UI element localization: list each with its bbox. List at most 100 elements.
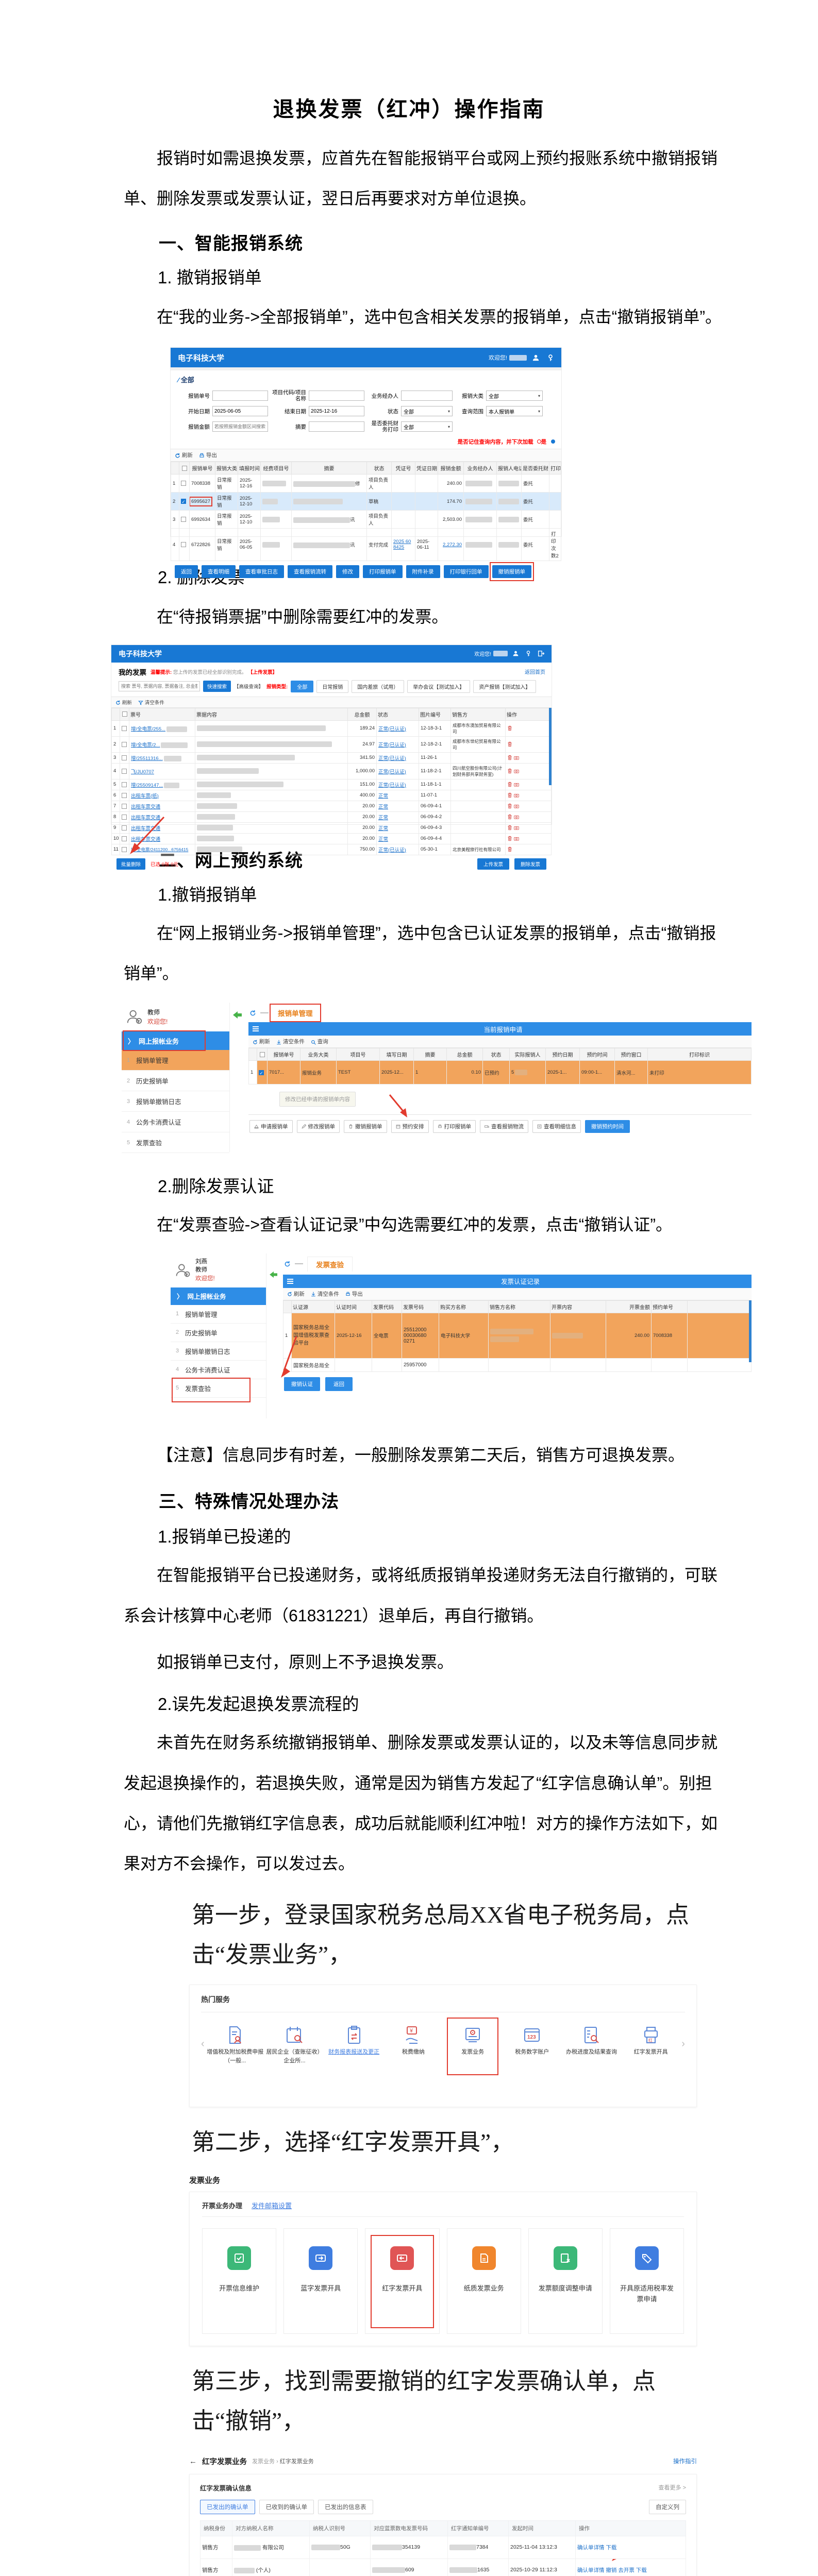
card-red-invoice[interactable]: 红字发票开具 bbox=[365, 2228, 440, 2334]
invoice-no-link[interactable]: 增/全电票/2411200...6756415 bbox=[131, 847, 188, 852]
invoice-no-link[interactable]: 出租车票交通 bbox=[131, 837, 160, 842]
service-red-invoice[interactable]: 红 红字发票开具 bbox=[621, 2025, 680, 2057]
row-checkbox[interactable] bbox=[181, 517, 186, 522]
transfer-icon[interactable] bbox=[513, 825, 519, 831]
delete-icon[interactable] bbox=[507, 755, 512, 760]
download-link[interactable]: 下载 bbox=[636, 2567, 647, 2573]
radio-no[interactable] bbox=[551, 439, 555, 444]
tab-received-confirm[interactable]: 已收到的确认单 bbox=[259, 2499, 314, 2514]
invoice-no-link[interactable]: 飞/JU0707 bbox=[131, 769, 154, 775]
home-link[interactable]: 返回首页 bbox=[525, 668, 545, 675]
amount-link[interactable]: 2,272.30 bbox=[443, 542, 462, 548]
start-date-input[interactable] bbox=[212, 406, 268, 417]
status-link[interactable]: 正常(已认证) bbox=[378, 769, 406, 775]
card-original-rate[interactable]: 开具原适用税率发票申请 bbox=[609, 2228, 685, 2334]
memo-input[interactable] bbox=[309, 421, 364, 432]
invoice-row[interactable]: 11 增/全电票/2411200...6756415 750.00 正常(已认证) 05… bbox=[111, 843, 552, 855]
batch-delete-button[interactable]: 批量删除 bbox=[116, 858, 146, 870]
delete-invoice-button[interactable]: 删除发票 bbox=[514, 858, 546, 870]
view-audit-log-button[interactable]: 查看审批日志 bbox=[239, 565, 284, 579]
chevron-right-icon[interactable]: › bbox=[681, 2038, 685, 2050]
clear-filter-button[interactable]: 清空条件 bbox=[276, 1038, 305, 1045]
delete-icon[interactable] bbox=[507, 768, 512, 774]
row-checkbox[interactable] bbox=[122, 782, 127, 787]
sidebar-item-bill-manage[interactable]: 1 报销单管理 bbox=[171, 1304, 266, 1324]
status-link[interactable]: 正常 bbox=[378, 793, 388, 799]
key-icon[interactable] bbox=[525, 650, 531, 657]
table-row[interactable]: 3 6992634 日常报销 2025-12-10 讯项目负责人 2,503.00 委托 bbox=[171, 510, 561, 529]
status-link[interactable]: 正常(已认证) bbox=[378, 756, 406, 761]
row-checkbox[interactable] bbox=[122, 741, 127, 747]
row-checkbox[interactable] bbox=[181, 542, 186, 548]
sidebar-item-invoice-check[interactable]: 5 发票查验 bbox=[122, 1132, 229, 1154]
select-all-checkbox[interactable] bbox=[122, 711, 127, 717]
invoice-row[interactable]: 9 出租车票交通 20.00 正常 06-09-4-3 bbox=[111, 822, 552, 834]
service-vat-declare[interactable]: 增值税及附加税费申报（一般... bbox=[206, 2025, 265, 2065]
table-row[interactable]: 4 6722826 日常报销 2025-06-05 讯支付完成 2025 60 8425… bbox=[171, 528, 561, 562]
transfer-icon[interactable] bbox=[513, 755, 519, 760]
status-link[interactable]: 正常(已认证) bbox=[378, 742, 406, 748]
invoice-no-link[interactable]: 增/全电票/255... bbox=[131, 726, 165, 732]
table-row[interactable]: 1 7008338 日常报销 2025-12-16 修项目负责人 240.00 委托 bbox=[171, 474, 561, 493]
delete-icon[interactable] bbox=[507, 792, 512, 798]
invoice-no-link[interactable]: 出租车票交通 bbox=[131, 804, 160, 810]
modify-button[interactable]: 修改 bbox=[336, 565, 359, 579]
service-invoice-business[interactable]: 发票业务 bbox=[443, 2017, 502, 2075]
card-paper-invoice[interactable]: 纸质发票业务 bbox=[446, 2228, 521, 2334]
sidebar-item-history[interactable]: 2 历史报销单 bbox=[171, 1323, 266, 1342]
print-bill-button[interactable]: 打印报销单 bbox=[432, 1120, 476, 1133]
invoice-no-link[interactable]: 增/25509147... bbox=[131, 783, 163, 788]
status-link[interactable]: 正常(已认证) bbox=[378, 848, 406, 853]
invoice-no-link[interactable]: 出租车票(纸) bbox=[131, 793, 159, 799]
tab-sent-info[interactable]: 已发出的信息表 bbox=[318, 2499, 373, 2514]
delete-icon[interactable] bbox=[507, 782, 512, 787]
invoice-row[interactable]: 1 增/全电票/255... 189.24 正常(已认证) 12-18-3-1 成都市东澳… bbox=[111, 720, 552, 737]
tab-sent-confirm[interactable]: 已发出的确认单 bbox=[200, 2499, 255, 2514]
delete-icon[interactable] bbox=[507, 846, 512, 852]
sidebar-item-card-auth[interactable]: 4 公务卡消费认证 bbox=[171, 1360, 266, 1379]
view-flow-button[interactable]: 查看报销流转 bbox=[288, 565, 332, 579]
sidebar-item-card-auth[interactable]: 4 公务卡消费认证 bbox=[122, 1112, 229, 1133]
refresh-button[interactable]: 刷新 bbox=[253, 1038, 270, 1045]
tab-travel[interactable]: 国内差旅（试用） bbox=[352, 680, 405, 693]
row-checkbox[interactable] bbox=[122, 836, 127, 841]
sidebar-item-revoke-log[interactable]: 3 报销单撤销日志 bbox=[122, 1091, 229, 1112]
cancel-reservation-button[interactable]: 撤销预约时间 bbox=[585, 1120, 630, 1133]
export-button[interactable]: 导出 bbox=[345, 1290, 363, 1298]
amount-input[interactable] bbox=[212, 421, 268, 432]
confirm-detail-link[interactable]: 确认单详情 bbox=[577, 2567, 605, 2573]
card-quota-adjust[interactable]: 发票额度调整申请 bbox=[528, 2228, 603, 2334]
schedule-button[interactable]: 预约安排 bbox=[391, 1120, 429, 1133]
vertical-scrollbar[interactable] bbox=[749, 1300, 752, 1362]
confirm-row[interactable]: 销售方 (个人) 609 1635 2025-10-29 11:12:3 确认单… bbox=[200, 2558, 686, 2576]
clear-filter-button[interactable]: 清空条件 bbox=[138, 699, 164, 706]
print-select[interactable]: 全部 ▾ bbox=[401, 421, 453, 432]
refresh-icon[interactable] bbox=[284, 1261, 291, 1267]
status-link[interactable]: 正常 bbox=[378, 815, 388, 821]
status-link[interactable]: 正常(已认证) bbox=[378, 726, 406, 732]
bill-no-input[interactable] bbox=[212, 391, 268, 401]
invoice-row[interactable]: 10 出租车票交通 20.00 正常 06-09-4-4 bbox=[111, 833, 552, 844]
status-link[interactable]: 正常 bbox=[378, 826, 388, 832]
upload-invoice-link[interactable]: 【上传发票】 bbox=[248, 670, 277, 675]
tab-all[interactable]: 全部 bbox=[291, 680, 314, 692]
advanced-query-link[interactable]: 【高级查询】 bbox=[234, 683, 263, 690]
auth-record-row[interactable]: 1 国家税务总局全国增值税发票查验平台 2025-12-16 全电票 25512000 … bbox=[283, 1312, 752, 1359]
sidebar-item-history[interactable]: 2 历史报销单 bbox=[122, 1071, 229, 1092]
delete-icon[interactable] bbox=[507, 836, 512, 841]
confirm-row[interactable]: 销售方 有限公司 50G 354139 7384 2025-11-04 13:1… bbox=[200, 2535, 686, 2559]
row-checkbox[interactable]: ✓ bbox=[181, 499, 186, 504]
view-more-link[interactable]: 查看更多 > bbox=[659, 2483, 686, 2492]
end-date-input[interactable] bbox=[309, 406, 364, 417]
row-checkbox[interactable] bbox=[122, 725, 127, 731]
apply-bill-button[interactable]: 申请报销单 bbox=[249, 1120, 293, 1133]
confirm-detail-link[interactable]: 确认单详情 bbox=[577, 2545, 605, 2551]
row-checkbox[interactable] bbox=[122, 814, 127, 820]
sidebar-root-item[interactable]: 〉网上报帐业务 bbox=[122, 1030, 229, 1052]
delete-icon[interactable] bbox=[507, 814, 512, 820]
tab-asset[interactable]: 资产报销【测试加入】 bbox=[473, 680, 537, 693]
invoice-no-link[interactable]: 出租车票交通 bbox=[131, 826, 160, 832]
query-button[interactable]: 查询 bbox=[311, 1038, 328, 1045]
selected-bill-row[interactable]: 1 ✓ 7017... 报销业务 TEST 2025-12... 1 0.10 已预约 5 202… bbox=[248, 1060, 752, 1085]
tab-daily[interactable]: 日常报销 bbox=[316, 680, 349, 693]
